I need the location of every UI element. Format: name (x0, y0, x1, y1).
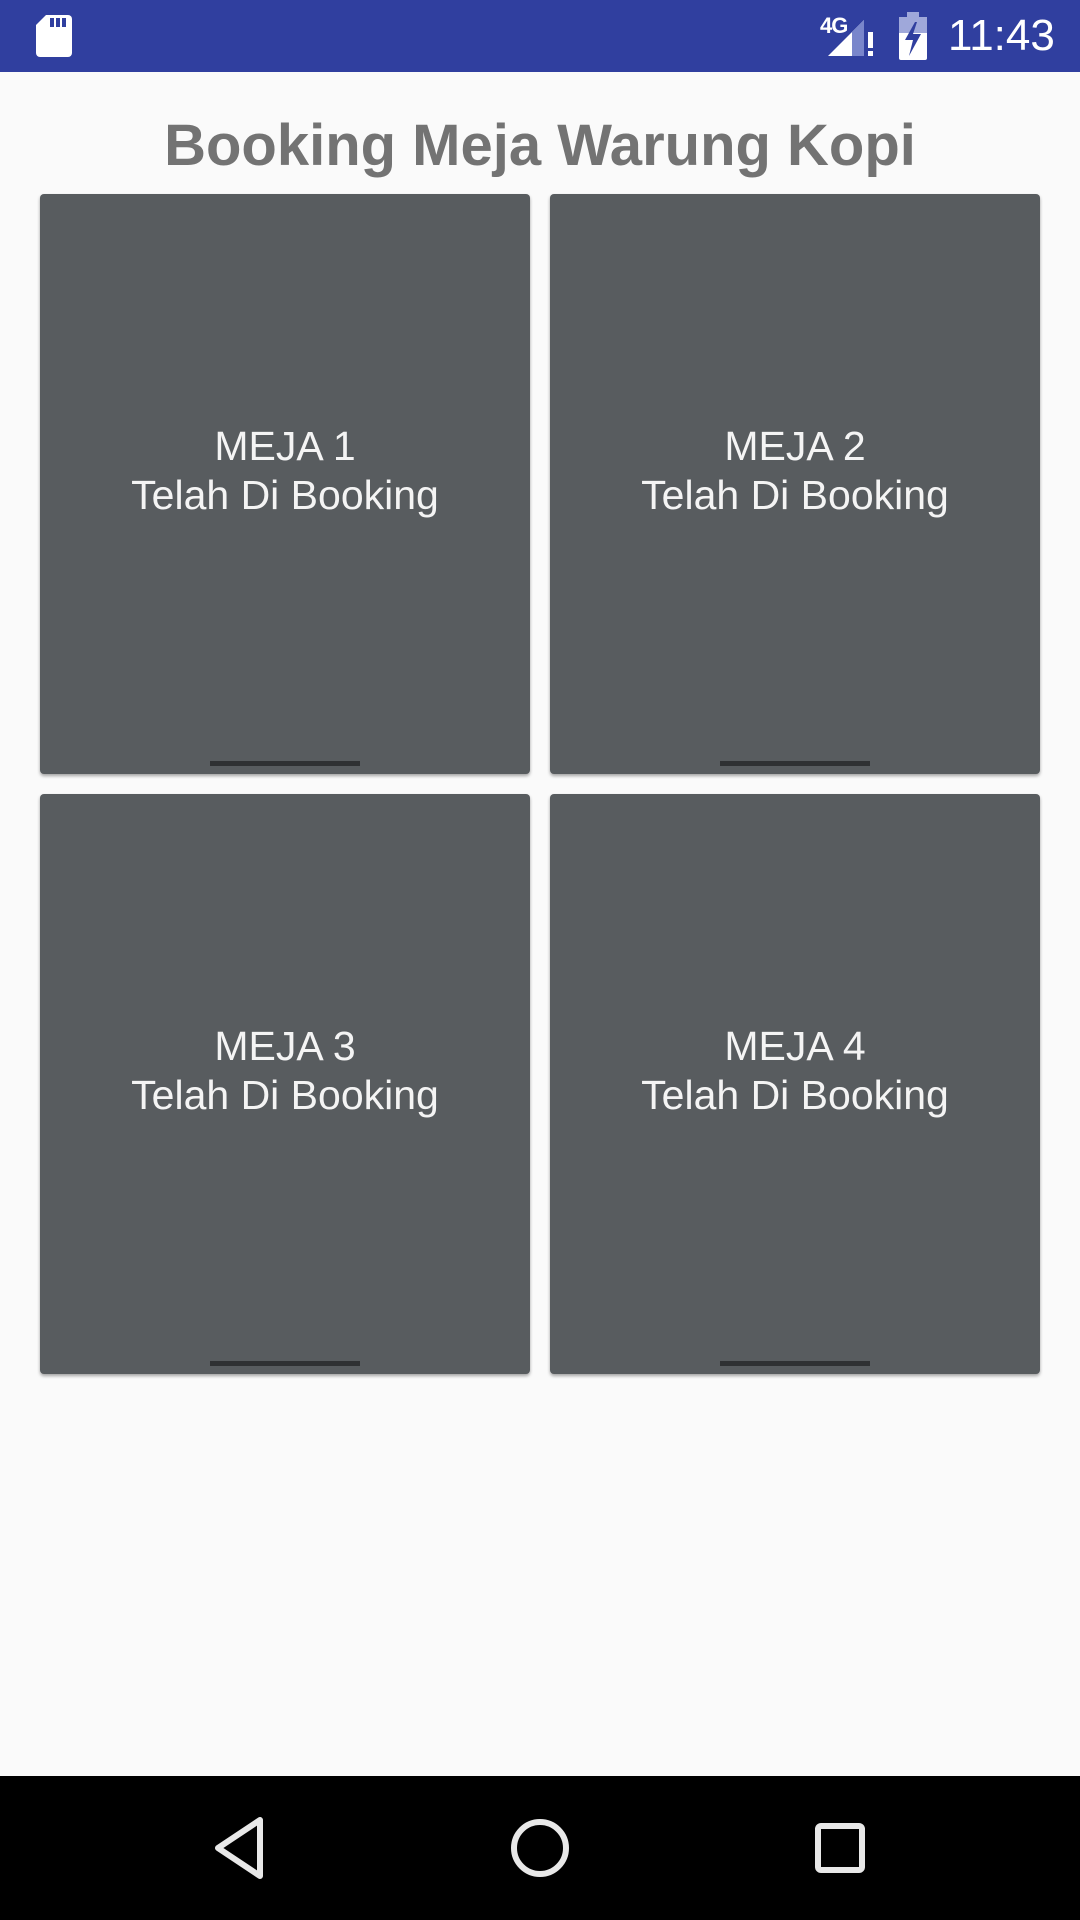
clock: 11:43 (948, 11, 1055, 60)
table-name: MEJA 1 (214, 423, 356, 469)
table-name: MEJA 3 (214, 1023, 356, 1069)
card-indicator-bar (720, 1361, 870, 1366)
table-name: MEJA 4 (724, 1023, 866, 1069)
table-status: Telah Di Booking (131, 472, 439, 518)
table-card-1[interactable]: MEJA 1 Telah Di Booking (40, 194, 530, 774)
recents-icon[interactable] (802, 1810, 878, 1886)
table-status: Telah Di Booking (641, 1072, 949, 1118)
status-bar: 4G 11:43 (0, 0, 1080, 72)
screen: 4G 11:43 Booking Meja Warung Kopi MEJA 1… (0, 0, 1080, 1920)
card-indicator-bar (720, 761, 870, 766)
table-card-3[interactable]: MEJA 3 Telah Di Booking (40, 794, 530, 1374)
table-grid: MEJA 1 Telah Di Booking MEJA 2 Telah Di … (40, 194, 1040, 1374)
home-icon[interactable] (502, 1810, 578, 1886)
table-name: MEJA 2 (724, 423, 866, 469)
table-card-text: MEJA 2 Telah Di Booking (641, 422, 949, 520)
card-indicator-bar (210, 1361, 360, 1366)
page-title: Booking Meja Warung Kopi (164, 113, 916, 178)
table-card-text: MEJA 4 Telah Di Booking (641, 1022, 949, 1120)
navigation-bar (0, 1776, 1080, 1920)
back-icon[interactable] (202, 1810, 278, 1886)
table-card-4[interactable]: MEJA 4 Telah Di Booking (550, 794, 1040, 1374)
table-card-text: MEJA 1 Telah Di Booking (131, 422, 439, 520)
signal-icon (828, 20, 873, 56)
table-status: Telah Di Booking (131, 1072, 439, 1118)
battery-charging-icon (899, 12, 927, 60)
table-card-2[interactable]: MEJA 2 Telah Di Booking (550, 194, 1040, 774)
table-card-text: MEJA 3 Telah Di Booking (131, 1022, 439, 1120)
table-status: Telah Di Booking (641, 472, 949, 518)
card-indicator-bar (210, 761, 360, 766)
sd-card-icon (36, 15, 72, 57)
